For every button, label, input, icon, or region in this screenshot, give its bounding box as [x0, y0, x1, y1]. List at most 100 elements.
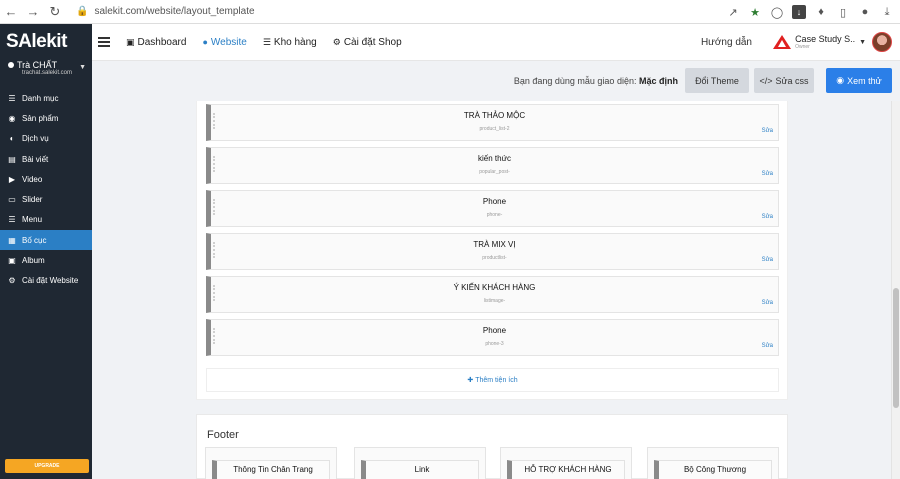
- edit-block-link[interactable]: Sửa: [762, 343, 773, 349]
- theme-note: Bạn đang dùng mẫu giao diện: Mặc định: [514, 76, 678, 86]
- sidebar-item-label: Bài viết: [22, 154, 49, 164]
- footer-column[interactable]: Link: [354, 447, 486, 479]
- layout-block[interactable]: kiến thức popular_post- Sửa: [206, 147, 779, 184]
- edit-block-link[interactable]: Sửa: [762, 214, 773, 220]
- forward-icon[interactable]: →: [22, 4, 44, 19]
- sidebar-item-label: Danh mục: [22, 93, 59, 103]
- block-type: phone-3: [485, 341, 504, 347]
- profile-icon[interactable]: ●: [858, 5, 872, 19]
- sidebar-item-bo-cuc[interactable]: ▦ Bố cục: [0, 230, 92, 251]
- sidebar-item-video[interactable]: ▶ Video: [0, 169, 92, 189]
- eye-icon: ◉: [836, 75, 845, 85]
- edit-block-link[interactable]: Sửa: [762, 300, 773, 306]
- preview-label: Xem thử: [847, 75, 882, 86]
- change-theme-button[interactable]: Đổi Theme: [685, 68, 749, 93]
- top-nav: ▣ Dashboard ● Website ☰ Kho hàng ⚙ Cài đặt S…: [126, 37, 402, 48]
- sidebar-item-label: Video: [22, 174, 43, 184]
- edit-block-link[interactable]: Sửa: [762, 257, 773, 263]
- sidebar-item-san-pham[interactable]: ◉ Sản phẩm: [0, 108, 92, 128]
- add-widget-label: Thêm tiện ích: [475, 376, 518, 384]
- extension-icon[interactable]: ↓: [792, 5, 806, 19]
- action-bar: Bạn đang dùng mẫu giao diện: Mặc định Đổ…: [92, 61, 900, 101]
- back-icon[interactable]: ←: [0, 4, 22, 19]
- top-bar: ▣ Dashboard ● Website ☰ Kho hàng ⚙ Cài đặt S…: [92, 24, 900, 61]
- store-icon: [8, 62, 14, 68]
- nav-kho-hang[interactable]: ☰ Kho hàng: [263, 37, 317, 48]
- sidebar-item-menu[interactable]: ☰ Menu: [0, 210, 92, 230]
- layout-block[interactable]: Phone phone-3 Sửa: [206, 319, 779, 356]
- sidebar: SAlekit Trà CHẤT trachat.salekit.com ▼ ☰…: [0, 24, 92, 479]
- nav-website[interactable]: ● Website: [202, 37, 246, 48]
- sidebar-item-label: Bố cục: [22, 235, 47, 245]
- sidebar-item-album[interactable]: ▣ Album: [0, 250, 92, 270]
- store-switcher[interactable]: Trà CHẤT trachat.salekit.com ▼: [0, 60, 92, 82]
- guide-link[interactable]: Hướng dẫn: [701, 37, 752, 48]
- sidebar-item-cai-dat-website[interactable]: ⚙ Cài đặt Website: [0, 271, 92, 291]
- upgrade-button[interactable]: UPGRADE: [5, 459, 89, 473]
- footer-column-title: Link: [414, 465, 430, 474]
- footer-column[interactable]: Bộ Công Thương: [647, 447, 779, 479]
- globe-icon: ●: [202, 37, 208, 47]
- block-title: TRÀ THẢO MỘC: [463, 111, 526, 120]
- browser-toolbar: ← → ↻ 🔒 salekit.com/website/layout_templ…: [0, 0, 900, 24]
- box-icon: ◉: [8, 113, 16, 123]
- sidebar-item-label: Menu: [22, 215, 43, 225]
- sidebar-item-bai-viet[interactable]: ▤ Bài viết: [0, 149, 92, 169]
- preview-button[interactable]: ◉ Xem thử: [826, 68, 892, 93]
- add-widget-button[interactable]: ✚ Thêm tiện ích: [206, 368, 779, 392]
- theme-note-prefix: Bạn đang dùng mẫu giao diện:: [513, 76, 637, 86]
- footer-column[interactable]: HỖ TRỢ KHÁCH HÀNG: [500, 447, 632, 479]
- layout-block-list: TRÀ THẢO MỘC product_list-2 Sửa kiến thứ…: [206, 104, 779, 362]
- nav-label: Cài đặt Shop: [343, 36, 402, 48]
- page-scrollbar[interactable]: [891, 101, 900, 479]
- plus-icon: ✚: [467, 377, 474, 384]
- sidebar-item-label: Cài đặt Website: [22, 276, 79, 286]
- reading-list-icon[interactable]: ▯: [836, 5, 850, 19]
- layout-panel: TRÀ THẢO MỘC product_list-2 Sửa kiến thứ…: [196, 101, 788, 400]
- layout-block[interactable]: Ý KIẾN KHÁCH HÀNG listimage- Sửa: [206, 276, 779, 313]
- block-title: Phone: [482, 197, 507, 206]
- layout-block[interactable]: TRÀ THẢO MỘC product_list-2 Sửa: [206, 104, 779, 141]
- puzzle-icon[interactable]: ♦: [814, 5, 828, 19]
- edit-block-link[interactable]: Sửa: [762, 128, 773, 134]
- edit-css-label: Sửa css: [775, 75, 809, 86]
- avatar[interactable]: [872, 32, 892, 52]
- layout-block[interactable]: TRÀ MIX VỊ productlist- Sửa: [206, 233, 779, 270]
- block-title: kiến thức: [478, 154, 511, 163]
- hamburger-menu-icon[interactable]: [98, 37, 110, 47]
- gear-icon: ⚙: [332, 36, 341, 47]
- layout-block[interactable]: Phone phone- Sửa: [206, 190, 779, 227]
- account-name: Case Study S...: [795, 34, 856, 44]
- footer-column-title: Thông Tin Chân Trang: [233, 465, 313, 474]
- block-title: TRÀ MIX VỊ: [473, 240, 516, 249]
- sidebar-item-dich-vu[interactable]: ◐ Dịch vụ: [0, 129, 92, 149]
- block-type: product_list-2: [479, 126, 510, 132]
- brand-logo[interactable]: SAlekit: [0, 24, 92, 60]
- edit-css-button[interactable]: </> Sửa css: [754, 68, 814, 93]
- bookmark-star-icon[interactable]: ★: [748, 5, 762, 19]
- chevron-down-icon: ▼: [79, 64, 86, 71]
- edit-block-link[interactable]: Sửa: [762, 171, 773, 177]
- block-type: phone-: [486, 212, 503, 218]
- download-icon[interactable]: ⤓: [880, 5, 894, 19]
- scrollbar-thumb[interactable]: [893, 288, 899, 408]
- slider-icon: ▭: [8, 195, 16, 205]
- sidebar-item-slider[interactable]: ▭ Slider: [0, 189, 92, 209]
- sidebar-item-label: Album: [22, 256, 45, 266]
- code-icon: </>: [759, 75, 773, 86]
- sidebar-item-label: Sản phẩm: [22, 113, 59, 123]
- theme-name: Mặc định: [638, 76, 678, 86]
- footer-column[interactable]: Thông Tin Chân Trang: [205, 447, 337, 479]
- shield-icon[interactable]: ◯: [770, 5, 784, 19]
- monitor-icon: ▣: [126, 36, 135, 47]
- layout-icon: ▦: [8, 235, 16, 245]
- nav-cai-dat-shop[interactable]: ⚙ Cài đặt Shop: [333, 37, 402, 48]
- address-bar[interactable]: 🔒 salekit.com/website/layout_template: [76, 6, 255, 17]
- nav-dashboard[interactable]: ▣ Dashboard: [126, 37, 186, 48]
- reload-icon[interactable]: ↻: [44, 4, 66, 20]
- video-icon: ▶: [8, 174, 16, 184]
- sidebar-item-danh-muc[interactable]: ☰ Danh mục: [0, 88, 92, 108]
- share-icon[interactable]: ↗: [726, 5, 740, 19]
- footer-panel: Footer Thông Tin Chân Trang Link HỖ TRỢ …: [196, 414, 788, 479]
- account-menu[interactable]: Case Study S... Owner ▼: [773, 29, 892, 55]
